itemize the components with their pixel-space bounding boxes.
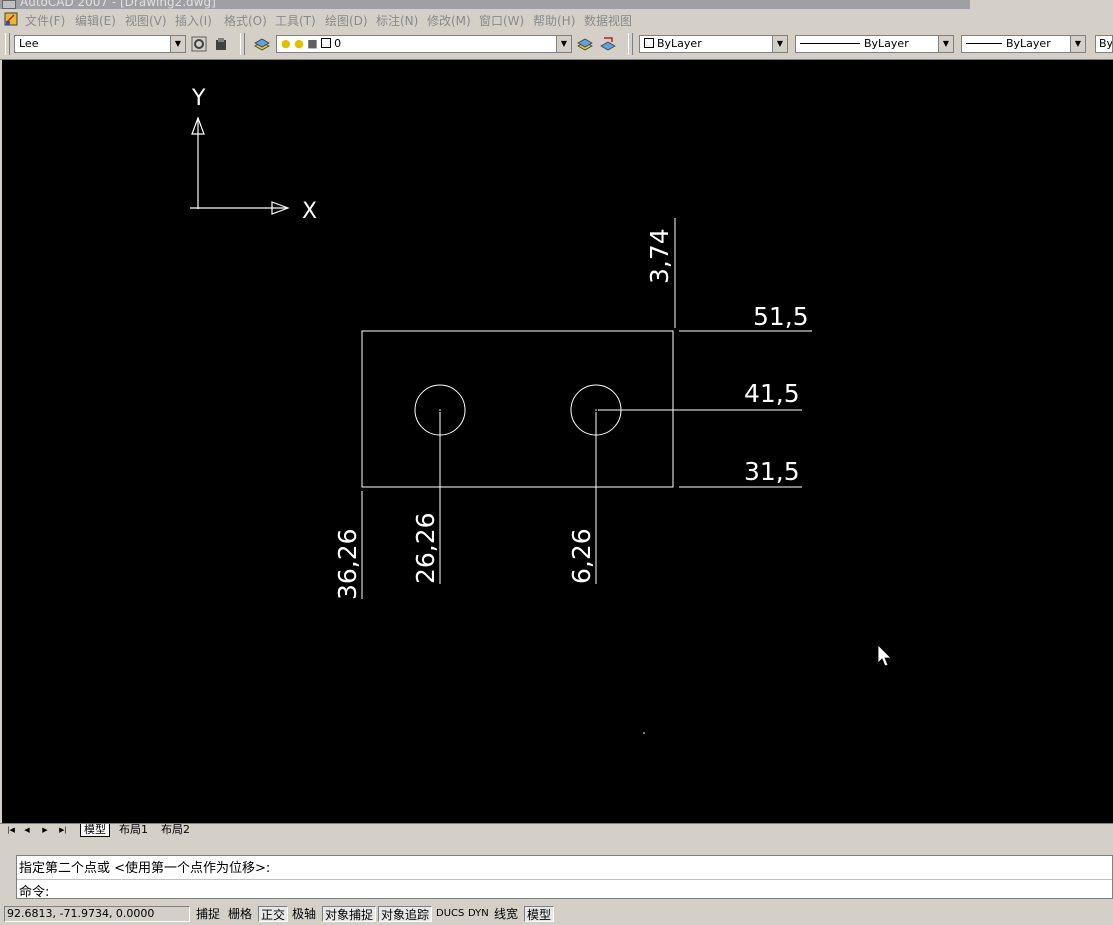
tab-layout2[interactable]: 布局2 bbox=[158, 824, 193, 836]
menu-tools[interactable]: 工具(T) bbox=[275, 12, 316, 29]
linetype-value: ByLayer bbox=[864, 37, 909, 50]
menu-data-view[interactable]: 数据视图 bbox=[584, 12, 632, 29]
polar-toggle[interactable]: 极轴 bbox=[290, 906, 318, 922]
drawing-canvas[interactable]: Y X 3,74 51,5 41,5 31,5 36,26 26,26 6,26 bbox=[2, 60, 1113, 823]
layout-tabs-bar: |◀ ◀ ▶ ▶| 模型 布局1 布局2 bbox=[0, 823, 1113, 838]
toolbar-grip[interactable] bbox=[5, 33, 10, 55]
grid-toggle[interactable]: 栅格 bbox=[226, 906, 254, 922]
menu-file[interactable]: 文件(F) bbox=[25, 12, 65, 29]
ortho-toggle[interactable]: 正交 bbox=[258, 906, 289, 922]
workspace-save-icon[interactable] bbox=[213, 36, 229, 52]
dim-b2-text[interactable]: 26,26 bbox=[411, 512, 440, 584]
model-toggle[interactable]: 模型 bbox=[524, 906, 555, 922]
osnap-toggle[interactable]: 对象捕捉 bbox=[322, 906, 377, 922]
linetype-swatch bbox=[800, 43, 860, 44]
menu-bar: 文件(F) 编辑(E) 视图(V) 插入(I) 格式(O) 工具(T) 绘图(D… bbox=[0, 9, 1113, 31]
toolbar: Lee ▼ ● ● ■ 0 ▼ ByLayer ▼ ByLayer ▼ ByLa… bbox=[0, 31, 1113, 60]
prev-tab-icon[interactable]: ◀ bbox=[20, 825, 34, 836]
hole-left-center bbox=[439, 409, 441, 411]
menu-edit[interactable]: 编辑(E) bbox=[75, 12, 116, 29]
dim-r3-text[interactable]: 31,5 bbox=[744, 457, 800, 486]
ducs-toggle[interactable]: DUCS bbox=[434, 906, 466, 922]
title-bar-right bbox=[970, 0, 1113, 9]
toolbar-grip[interactable] bbox=[240, 33, 245, 55]
lineweight-select[interactable]: ByLayer ▼ bbox=[961, 35, 1086, 53]
status-bar: 92.6813, -71.9734, 0.0000 捕捉 栅格 正交 极轴 对象… bbox=[0, 903, 1113, 925]
dim-b1-text[interactable]: 36,26 bbox=[333, 528, 362, 600]
tab-layout1[interactable]: 布局1 bbox=[116, 824, 151, 836]
stray-point bbox=[643, 732, 645, 734]
menu-modify[interactable]: 修改(M) bbox=[427, 12, 471, 29]
menu-help[interactable]: 帮助(H) bbox=[533, 12, 575, 29]
chevron-down-icon[interactable]: ▼ bbox=[556, 36, 571, 52]
dyn-toggle[interactable]: DYN bbox=[466, 906, 491, 922]
dim-r1-text[interactable]: 51,5 bbox=[753, 302, 809, 331]
color-select[interactable]: ByLayer ▼ bbox=[639, 35, 788, 53]
menu-draw[interactable]: 绘图(D) bbox=[325, 12, 368, 29]
layer-color-swatch bbox=[321, 38, 332, 48]
lineweight-value: ByLayer bbox=[1006, 37, 1051, 50]
make-object-layer-current-icon[interactable] bbox=[577, 36, 593, 52]
toolbar-grip[interactable] bbox=[628, 33, 633, 55]
otrack-toggle[interactable]: 对象追踪 bbox=[378, 906, 433, 922]
plate-rectangle[interactable] bbox=[361, 330, 674, 488]
menu-format[interactable]: 格式(O) bbox=[224, 12, 267, 29]
last-tab-icon[interactable]: ▶| bbox=[56, 825, 70, 836]
command-window[interactable]: 指定第二个点或 <使用第一个点作为位移>: 命令: bbox=[16, 855, 1113, 900]
ucs-icon bbox=[190, 116, 290, 215]
menu-view[interactable]: 视图(V) bbox=[125, 12, 167, 29]
menu-window[interactable]: 窗口(W) bbox=[479, 12, 524, 29]
snap-toggle[interactable]: 捕捉 bbox=[194, 906, 222, 922]
tab-model[interactable]: 模型 bbox=[80, 824, 110, 837]
dim-r2-text[interactable]: 41,5 bbox=[744, 379, 800, 408]
sun-icon: ● bbox=[294, 37, 304, 50]
plotstyle-value: By bbox=[1099, 37, 1113, 50]
chevron-down-icon[interactable]: ▼ bbox=[938, 36, 953, 52]
plotstyle-select[interactable]: By bbox=[1095, 35, 1113, 53]
ucs-y-label: Y bbox=[191, 86, 206, 111]
hole-right-center bbox=[595, 409, 597, 411]
workspace-settings-icon[interactable] bbox=[191, 36, 207, 52]
dim-top-text[interactable]: 3,74 bbox=[645, 228, 674, 284]
lineweight-toggle[interactable]: 线宽 bbox=[492, 906, 520, 922]
autocad-app-icon[interactable] bbox=[2, 0, 16, 9]
workspace-select[interactable]: Lee ▼ bbox=[14, 35, 186, 53]
menu-insert[interactable]: 插入(I) bbox=[175, 12, 212, 29]
layer-select[interactable]: ● ● ■ 0 ▼ bbox=[276, 35, 572, 53]
layer-value: 0 bbox=[334, 37, 342, 50]
first-tab-icon[interactable]: |◀ bbox=[4, 825, 18, 836]
layer-previous-icon[interactable] bbox=[600, 36, 616, 52]
chevron-down-icon[interactable]: ▼ bbox=[1070, 36, 1085, 52]
drawing-document-icon[interactable] bbox=[4, 12, 18, 26]
chevron-down-icon[interactable]: ▼ bbox=[772, 36, 787, 52]
mouse-cursor-icon bbox=[877, 644, 892, 667]
workspace-value: Lee bbox=[19, 37, 39, 50]
title-bar: AutoCAD 2007 - [Drawing2.dwg] bbox=[0, 0, 970, 9]
coordinates-readout[interactable]: 92.6813, -71.9734, 0.0000 bbox=[4, 906, 190, 922]
command-prompt[interactable]: 命令: bbox=[19, 881, 49, 900]
window-title: AutoCAD 2007 - [Drawing2.dwg] bbox=[20, 0, 216, 9]
ucs-x-label: X bbox=[302, 199, 317, 224]
command-separator bbox=[17, 879, 1112, 880]
lock-icon: ■ bbox=[307, 37, 318, 50]
command-history-line: 指定第二个点或 <使用第一个点作为位移>: bbox=[19, 861, 271, 876]
layer-manager-icon[interactable] bbox=[254, 36, 270, 52]
dim-b3-text[interactable]: 6,26 bbox=[567, 528, 596, 584]
color-value: ByLayer bbox=[657, 37, 702, 50]
lineweight-swatch bbox=[966, 43, 1002, 44]
lightbulb-icon: ● bbox=[281, 37, 291, 50]
drawing-svg: Y X 3,74 51,5 41,5 31,5 36,26 26,26 6,26 bbox=[190, 86, 892, 734]
linetype-select[interactable]: ByLayer ▼ bbox=[795, 35, 954, 53]
menu-dimension[interactable]: 标注(N) bbox=[376, 12, 418, 29]
chevron-down-icon[interactable]: ▼ bbox=[170, 36, 185, 52]
next-tab-icon[interactable]: ▶ bbox=[38, 825, 52, 836]
color-swatch bbox=[644, 38, 654, 48]
